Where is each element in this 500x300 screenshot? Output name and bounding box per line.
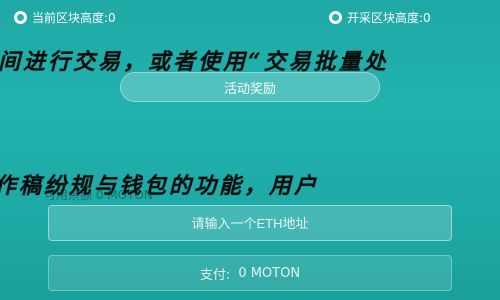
mined-block-height-text: 开采区块高度:0 xyxy=(347,11,431,25)
pay-amount: 0 MOTON xyxy=(238,265,301,281)
activity-reward-button[interactable]: 活动奖励 xyxy=(120,72,380,102)
current-block-height: 当前区块高度:0 xyxy=(14,9,116,26)
block-dot-icon xyxy=(14,11,27,24)
mined-block-height: 开采区块高度:0 xyxy=(329,9,431,26)
current-block-height-text: 当前区块高度:0 xyxy=(32,11,116,25)
eth-address-input[interactable] xyxy=(48,205,452,241)
block-dot-icon xyxy=(329,11,342,24)
pay-amount-row: 支付: 0 MOTON xyxy=(48,255,452,291)
pay-label: 支付: xyxy=(199,267,231,283)
status-header: 当前区块高度:0 开采区块高度:0 xyxy=(0,0,500,30)
handwritten-overlay-line-2: 作稿纷规与钱包的功能，用户 xyxy=(0,173,320,199)
